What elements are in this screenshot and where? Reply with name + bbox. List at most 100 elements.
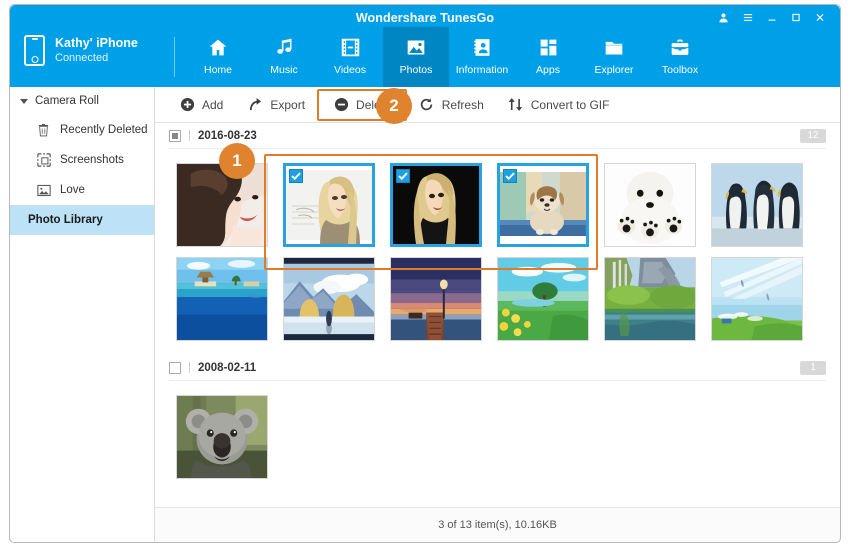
music-note-icon <box>274 34 295 61</box>
photo-cell[interactable] <box>383 158 488 252</box>
refresh-icon <box>419 97 435 113</box>
photo-thumbnail[interactable] <box>603 163 696 247</box>
photo-checkbox[interactable] <box>502 169 517 183</box>
home-icon <box>207 34 229 61</box>
group-count-badge: 1 <box>800 360 826 375</box>
nav-item-apps[interactable]: Apps <box>515 27 581 87</box>
group-select-checkbox[interactable] <box>169 361 181 374</box>
photo-thumbnail[interactable] <box>175 395 268 479</box>
convert-to-gif-button[interactable]: Convert to GIF <box>496 91 622 119</box>
photo-checkbox[interactable] <box>288 169 303 183</box>
minus-circle-icon <box>333 97 349 113</box>
iphone-icon <box>24 35 45 66</box>
group-count-badge: 12 <box>800 128 826 143</box>
anime-lake-mountain <box>283 258 374 340</box>
photo-cell[interactable] <box>597 158 702 252</box>
photo-cell[interactable] <box>704 252 809 346</box>
nav-item-music[interactable]: Music <box>251 27 317 87</box>
photo-thumbnail[interactable] <box>389 163 482 247</box>
sidebar-item-label: Recently Deleted <box>60 124 148 136</box>
refresh-button[interactable]: Refresh <box>407 91 496 119</box>
nav-label: Information <box>455 64 509 76</box>
photo-thumbnail[interactable] <box>282 257 375 341</box>
photo-cell[interactable] <box>169 390 274 484</box>
sidebar-item-photo-library[interactable]: Photo Library <box>10 205 154 235</box>
photo-cell[interactable] <box>276 158 381 252</box>
nav-label: Explorer <box>594 64 634 76</box>
convert-arrows-icon <box>508 97 524 113</box>
photo-cell[interactable] <box>276 252 381 346</box>
nav-item-home[interactable]: Home <box>185 27 251 87</box>
photo-cell[interactable] <box>490 158 595 252</box>
photo-checkbox[interactable] <box>395 169 410 183</box>
group-select-checkbox[interactable] <box>169 129 181 142</box>
photo-thumbnail[interactable] <box>282 163 375 247</box>
toolbar-label: Add <box>202 97 224 112</box>
menu-icon[interactable] <box>741 10 754 24</box>
export-arrow-icon <box>247 97 263 113</box>
add-button[interactable]: Add <box>167 91 235 119</box>
folder-icon <box>603 34 625 61</box>
photo-thumbnail[interactable] <box>175 257 268 341</box>
photo-cell[interactable] <box>597 252 702 346</box>
white-puppy-paws <box>604 164 695 246</box>
sidebar-item-label: Love <box>60 184 85 196</box>
photo-thumbnail[interactable] <box>603 257 696 341</box>
account-icon[interactable] <box>717 10 730 24</box>
status-text: 3 of 13 item(s), 10.16KB <box>438 519 557 531</box>
export-button[interactable]: Export <box>235 91 317 119</box>
sunset-pier-lamp <box>390 258 481 340</box>
tropical-beach-hut <box>176 258 267 340</box>
sidebar-item-love[interactable]: Love <box>10 175 154 205</box>
photo-thumbnail[interactable] <box>710 257 803 341</box>
maximize-icon[interactable] <box>789 10 802 24</box>
photo-thumbnail[interactable] <box>389 257 482 341</box>
photo-thumbnail[interactable] <box>496 163 589 247</box>
sidebar-item-label: Photo Library <box>28 214 103 226</box>
photo-cell[interactable] <box>490 252 595 346</box>
nav-label: Toolbox <box>661 64 699 76</box>
photo-thumbnail[interactable] <box>496 257 589 341</box>
divider <box>189 130 190 141</box>
sunbeam-lake-shore <box>711 258 802 340</box>
nav-item-photos[interactable]: Photos <box>383 27 449 87</box>
photo-grid-area: 2016-08-23 12 2008-02-11 1 <box>155 123 840 507</box>
photo-thumbnail[interactable] <box>710 163 803 247</box>
nav-item-information[interactable]: Information <box>449 27 515 87</box>
sidebar-item-screenshots[interactable]: Screenshots <box>10 145 154 175</box>
photo-cell[interactable] <box>169 252 274 346</box>
sidebar-group-label: Camera Roll <box>35 95 99 107</box>
waterfall-cliff-green <box>604 258 695 340</box>
nav-item-explorer[interactable]: Explorer <box>581 27 647 87</box>
divider <box>189 362 190 373</box>
connected-device[interactable]: Kathy' iPhone Connected <box>24 35 138 66</box>
photo-thumbnail[interactable] <box>175 163 268 247</box>
grid-squares-icon <box>538 34 559 61</box>
main-content-pane: Add Export Delete Refresh Convert to GIF… <box>155 87 840 542</box>
plus-circle-icon <box>179 97 195 113</box>
photo-cell[interactable] <box>704 158 809 252</box>
toolbar-label: Export <box>270 97 306 112</box>
main-navigation-bar: Kathy' iPhone Connected Home Music Video… <box>10 27 840 87</box>
sidebar: Camera Roll Recently Deleted Screenshots… <box>10 87 155 542</box>
close-icon[interactable] <box>813 10 826 24</box>
nav-label: Apps <box>536 64 560 76</box>
group-date: 2008-02-11 <box>198 361 257 374</box>
thumbnail-grid <box>155 149 840 355</box>
nav-item-videos[interactable]: Videos <box>317 27 383 87</box>
nav-items: Home Music Videos Photos Information App… <box>185 27 713 87</box>
window-title: Wondershare TunesGo <box>355 11 495 25</box>
photo-cell[interactable] <box>383 252 488 346</box>
sidebar-item-recently-deleted[interactable]: Recently Deleted <box>10 115 154 145</box>
tunesgo-window: Wondershare TunesGo Kathy' iPhone Connec… <box>0 0 850 551</box>
nav-divider <box>174 37 175 77</box>
window-controls <box>717 10 826 24</box>
minimize-icon[interactable] <box>765 10 778 24</box>
photo-cell[interactable] <box>169 158 274 252</box>
nav-item-toolbox[interactable]: Toolbox <box>647 27 713 87</box>
portrait-brunette-woman <box>176 164 267 246</box>
koala-bear <box>176 396 267 478</box>
briefcase-icon <box>669 34 691 61</box>
toolbar-label: Refresh <box>441 97 484 112</box>
sidebar-group-camera-roll[interactable]: Camera Roll <box>10 87 154 115</box>
